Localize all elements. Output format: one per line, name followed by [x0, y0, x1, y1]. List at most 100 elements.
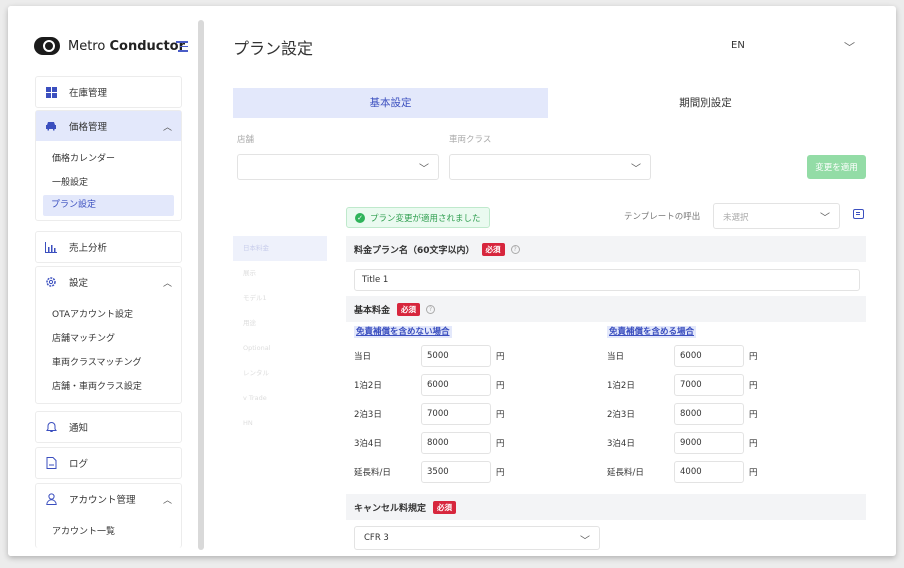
sidebar-item-account[interactable]: アカウント管理 ︿	[36, 484, 181, 514]
section-nav-item[interactable]: 用途	[233, 311, 327, 336]
plan-name-section-header: 料金プラン名（60文字以内） 必須 ?	[346, 236, 866, 262]
sidebar-item-inventory[interactable]: 在庫管理	[35, 76, 182, 108]
sidebar-item-sales[interactable]: 売上分析	[35, 231, 182, 263]
template-label: テンプレートの呼出	[624, 212, 701, 222]
apply-changes-button[interactable]: 変更を適用	[807, 155, 866, 179]
yen-unit: 円	[496, 352, 505, 362]
tab-period-settings[interactable]: 期間別設定	[548, 88, 863, 118]
price-input[interactable]: 5000	[421, 345, 491, 367]
sidebar-item-label: 通知	[69, 423, 89, 434]
cancel-policy-value: CFR 3	[364, 533, 389, 543]
help-icon[interactable]: ?	[510, 244, 520, 254]
yen-unit: 円	[496, 410, 505, 420]
sidebar-subitem-class-matching[interactable]: 車両クラスマッチング	[36, 351, 181, 375]
chevron-down-icon: ﹀	[419, 164, 429, 175]
car-icon	[44, 119, 58, 133]
yen-unit: 円	[496, 439, 505, 449]
sidebar-item-label: 売上分析	[69, 243, 108, 254]
gear-icon	[44, 275, 58, 289]
row-label: 2泊3日	[354, 410, 382, 420]
brand-name-prefix: Metro	[68, 38, 106, 54]
yen-unit: 円	[749, 410, 758, 420]
chevron-down-icon[interactable]: ﹀	[844, 39, 855, 55]
template-select[interactable]: 未選択 ﹀	[713, 203, 840, 229]
chevron-up-icon[interactable]: ︿	[163, 276, 172, 289]
chevron-down-icon: ﹀	[820, 213, 830, 224]
section-nav: 日本料金 展示 モデル1 用途 Optional レンタル v Trade HN	[233, 236, 327, 436]
store-select[interactable]: ﹀	[237, 154, 439, 180]
required-badge: 必須	[433, 500, 457, 514]
row-label: 当日	[607, 352, 625, 362]
cancel-policy-section-header: キャンセル料規定 必須	[346, 494, 866, 520]
help-icon[interactable]: ?	[426, 304, 436, 314]
brand-name-bold: Conductor	[109, 38, 186, 54]
section-nav-item[interactable]: 日本料金	[233, 236, 327, 261]
yen-unit: 円	[749, 468, 758, 478]
cancel-policy-select[interactable]: CFR 3 ﹀	[354, 526, 600, 550]
row-label: 2泊3日	[607, 410, 635, 420]
price-input[interactable]: 7000	[421, 403, 491, 425]
base-price-label: 基本料金	[354, 305, 391, 316]
price-input[interactable]: 3500	[421, 461, 491, 483]
chevron-down-icon: ﹀	[580, 536, 590, 547]
sidebar-subitem-price-calendar[interactable]: 価格カレンダー	[36, 147, 181, 171]
price-column-without-insurance: 免責補償を含めない場合 当日 5000 円 1泊2日 6000 円 2泊3日 7000 円 …	[346, 322, 596, 487]
sidebar-item-label: アカウント管理	[69, 495, 136, 506]
sidebar-item-log[interactable]: ログ	[35, 447, 182, 479]
required-badge: 必須	[481, 242, 505, 256]
brand-logo[interactable]: Metro Conductor	[34, 36, 185, 56]
price-input[interactable]: 8000	[421, 432, 491, 454]
success-alert: ✓ プラン変更が適用されました	[346, 207, 490, 228]
sidebar-subitem-general-settings[interactable]: 一般設定	[36, 171, 181, 195]
price-input[interactable]: 9000	[674, 432, 744, 454]
yen-unit: 円	[749, 439, 758, 449]
section-nav-item[interactable]: 展示	[233, 261, 327, 286]
vehicle-class-label: 車両クラス	[449, 135, 492, 145]
row-label: 1泊2日	[607, 381, 635, 391]
section-nav-item[interactable]: レンタル	[233, 361, 327, 386]
sidebar: Metro Conductor 在庫管理 価格管理 ︿ 価格カレンダー 一般設定	[8, 6, 204, 556]
chevron-up-icon[interactable]: ︿	[163, 120, 172, 133]
sidebar-subitem-plan-settings[interactable]: プラン設定	[43, 195, 174, 216]
sidebar-item-settings[interactable]: 設定 ︿	[36, 267, 181, 297]
price-input[interactable]: 7000	[674, 374, 744, 396]
price-input[interactable]: 6000	[674, 345, 744, 367]
sidebar-group-settings: 設定 ︿ OTAアカウント設定 店舗マッチング 車両クラスマッチング 店舗・車両…	[35, 266, 182, 404]
user-icon	[44, 492, 58, 506]
section-nav-item[interactable]: v Trade	[233, 386, 327, 411]
price-input[interactable]: 4000	[674, 461, 744, 483]
yen-unit: 円	[496, 468, 505, 478]
sidebar-subitem-store-matching[interactable]: 店舗マッチング	[36, 327, 181, 351]
section-nav-item[interactable]: Optional	[233, 336, 327, 361]
app-window: Metro Conductor 在庫管理 価格管理 ︿ 価格カレンダー 一般設定	[8, 6, 896, 556]
vehicle-class-select[interactable]: ﹀	[449, 154, 651, 180]
bar-chart-icon	[44, 240, 58, 254]
language-selector[interactable]: EN	[731, 40, 745, 51]
row-label: 1泊2日	[354, 381, 382, 391]
list-icon[interactable]	[853, 209, 864, 219]
sidebar-item-notify[interactable]: 通知	[35, 411, 182, 443]
tab-basic-settings[interactable]: 基本設定	[233, 88, 548, 118]
price-input[interactable]: 8000	[674, 403, 744, 425]
cancel-policy-label: キャンセル料規定	[354, 503, 427, 514]
sidebar-item-pricing[interactable]: 価格管理 ︿	[36, 111, 181, 141]
sidebar-group-account: アカウント管理 ︿ アカウント一覧	[35, 483, 182, 548]
plan-form: 料金プラン名（60文字以内） 必須 ? Title 1 基本料金 必須 ? 免責…	[346, 236, 866, 554]
main-content: プラン設定 EN ﹀ 基本設定 期間別設定 店舗 ﹀ 車両クラス ﹀ 変更を適用…	[204, 6, 896, 556]
sidebar-item-label: 価格管理	[69, 122, 108, 133]
section-nav-item[interactable]: HN	[233, 411, 327, 436]
section-nav-item[interactable]: モデル1	[233, 286, 327, 311]
yen-unit: 円	[749, 352, 758, 362]
sidebar-subitem-store-class-settings[interactable]: 店舗・車両クラス設定	[36, 375, 181, 399]
price-input[interactable]: 6000	[421, 374, 491, 396]
plan-name-label: 料金プラン名（60文字以内）	[354, 245, 475, 256]
row-label: 3泊4日	[607, 439, 635, 449]
yen-unit: 円	[749, 381, 758, 391]
plan-name-input[interactable]: Title 1	[354, 269, 860, 291]
column-title: 免責補償を含める場合	[607, 326, 697, 338]
chevron-up-icon[interactable]: ︿	[163, 493, 172, 506]
menu-toggle-icon[interactable]	[176, 41, 188, 52]
sidebar-subitem-account-list[interactable]: アカウント一覧	[36, 520, 181, 544]
sidebar-subitem-ota-account[interactable]: OTAアカウント設定	[36, 303, 181, 327]
page-title: プラン設定	[233, 39, 314, 58]
